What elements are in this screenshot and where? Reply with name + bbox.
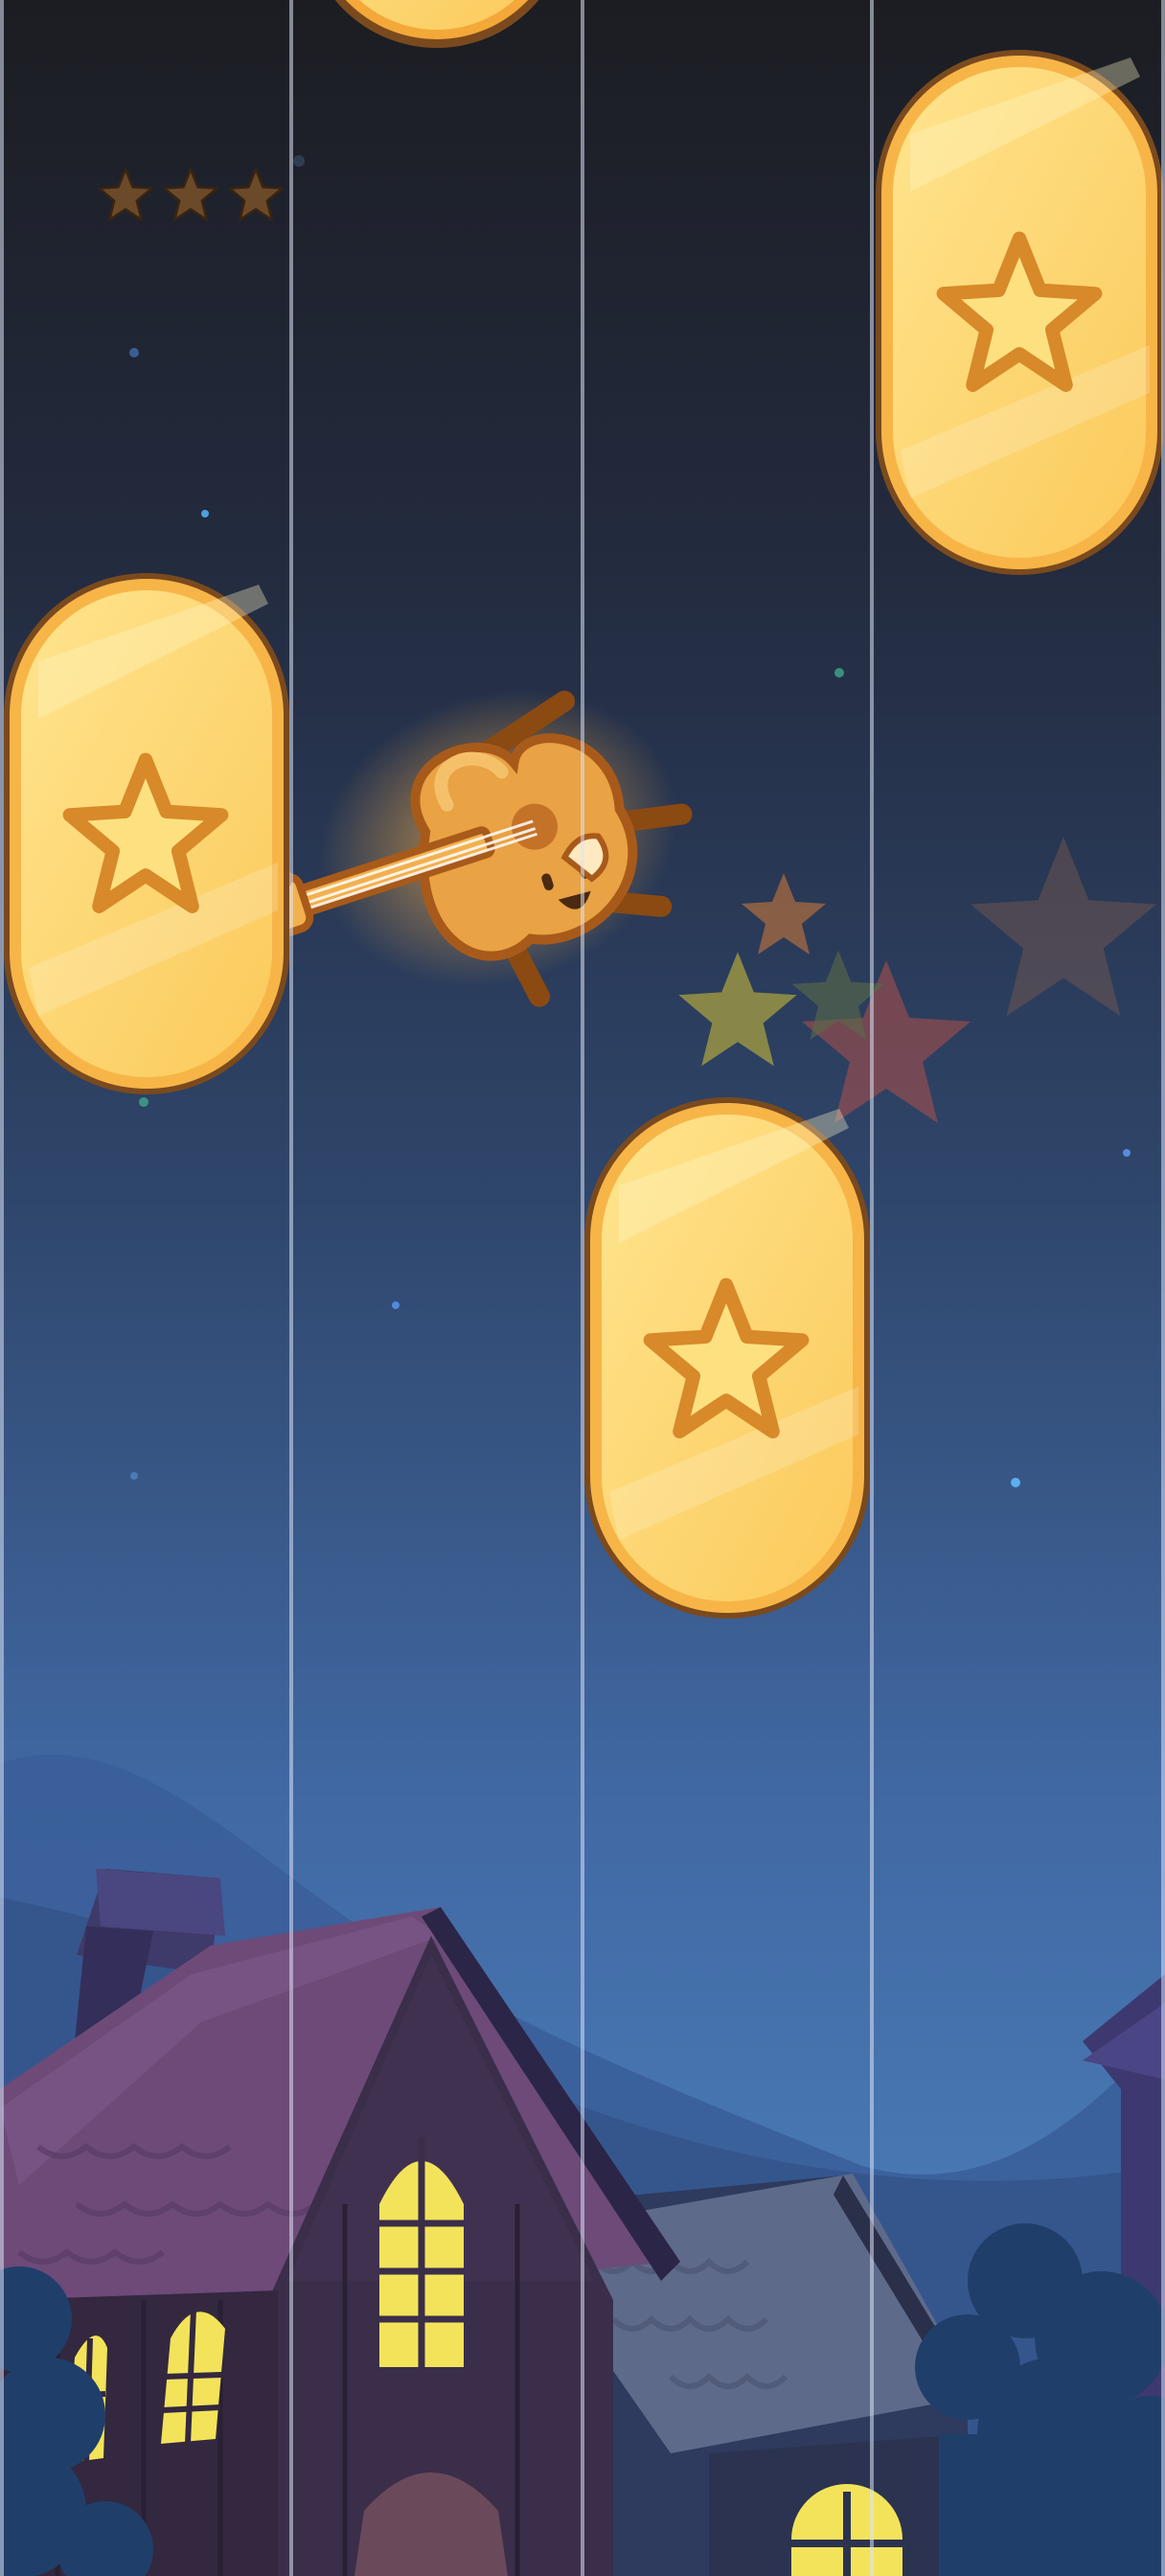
lane-divider: [870, 0, 874, 2576]
game-stage: [0, 0, 1165, 2576]
lane-divider: [1161, 0, 1165, 2576]
tile-lane-0[interactable]: [4, 573, 289, 1094]
lane-divider: [581, 0, 584, 2576]
lane-divider: [0, 0, 4, 2576]
tile-lane-3[interactable]: [876, 50, 1163, 575]
lane-divider: [289, 0, 293, 2576]
tile-lane-2[interactable]: [584, 1097, 870, 1619]
